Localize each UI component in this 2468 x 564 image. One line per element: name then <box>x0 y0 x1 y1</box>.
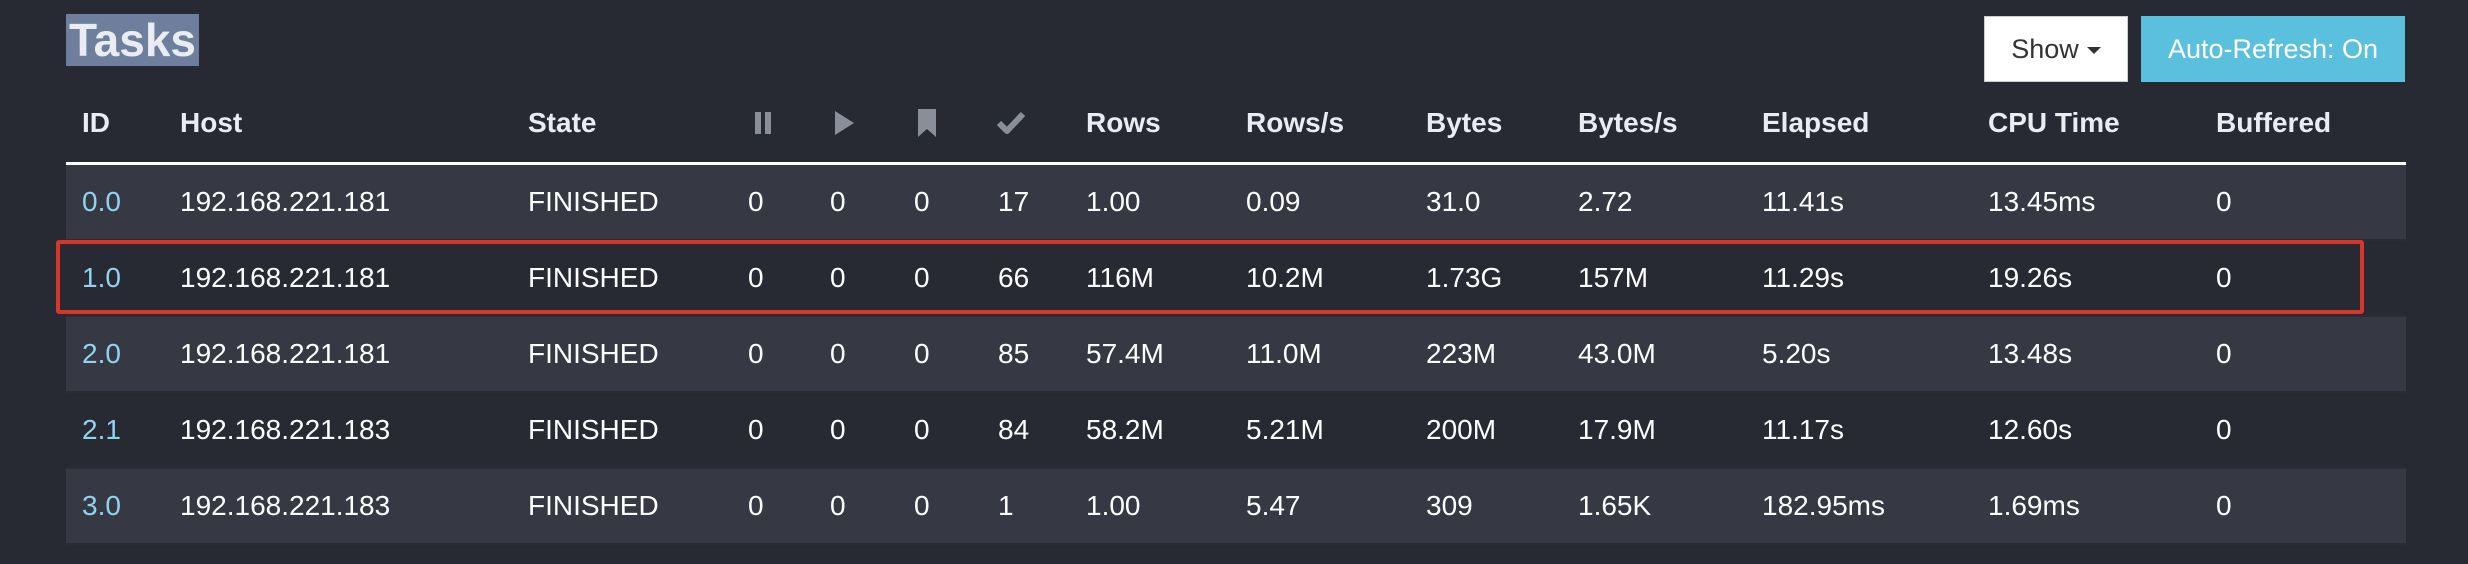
cell-cpu-time: 13.48s <box>1988 338 2073 369</box>
cell-elapsed: 11.29s <box>1762 262 1844 293</box>
cell-blocked: 0 <box>914 490 930 521</box>
header-buffered[interactable]: Buffered <box>2216 84 2331 162</box>
cell-blocked: 0 <box>914 338 930 369</box>
cell-host: 192.168.221.181 <box>180 262 391 293</box>
tasks-table: ID Host State Rows Rows/s Bytes Bytes/s … <box>66 84 2406 545</box>
table-row: 1.0 192.168.221.181 FINISHED 0 0 0 66 11… <box>66 241 2406 317</box>
cell-running: 0 <box>830 414 846 445</box>
cell-rows: 57.4M <box>1086 338 1164 369</box>
cell-rows: 1.00 <box>1086 490 1141 521</box>
cell-rows-per-sec: 5.47 <box>1246 490 1301 521</box>
cell-state: FINISHED <box>528 186 659 217</box>
cell-elapsed: 182.95ms <box>1762 490 1885 521</box>
task-id-link[interactable]: 0.0 <box>82 165 121 239</box>
auto-refresh-button[interactable]: Auto-Refresh: On <box>2141 16 2405 82</box>
header-host[interactable]: Host <box>180 84 242 162</box>
cell-cpu-time: 13.45ms <box>1988 186 2096 217</box>
cell-finished: 17 <box>998 186 1030 217</box>
cell-running: 0 <box>830 262 846 293</box>
play-icon[interactable] <box>832 84 856 162</box>
cell-state: FINISHED <box>528 338 659 369</box>
check-icon[interactable] <box>996 84 1026 162</box>
header-rows-per-sec[interactable]: Rows/s <box>1246 84 1344 162</box>
table-header: ID Host State Rows Rows/s Bytes Bytes/s … <box>66 84 2406 165</box>
cell-rows-per-sec: 10.2M <box>1246 262 1324 293</box>
show-button-label: Show <box>2011 33 2079 64</box>
table-row: 2.1 192.168.221.183 FINISHED 0 0 0 84 58… <box>66 393 2406 469</box>
task-id-link[interactable]: 2.0 <box>82 317 121 391</box>
header-id[interactable]: ID <box>82 84 110 162</box>
cell-rows: 58.2M <box>1086 414 1164 445</box>
bookmark-icon[interactable] <box>916 84 938 162</box>
cell-rows-per-sec: 11.0M <box>1246 338 1322 369</box>
cell-state: FINISHED <box>528 262 659 293</box>
cell-bytes-per-sec: 43.0M <box>1578 338 1656 369</box>
cell-queued: 0 <box>748 262 764 293</box>
cell-bytes: 200M <box>1426 414 1497 445</box>
cell-queued: 0 <box>748 490 764 521</box>
cell-running: 0 <box>830 186 846 217</box>
cell-finished: 66 <box>998 262 1030 293</box>
cell-bytes: 31.0 <box>1426 186 1481 217</box>
cell-bytes: 1.73G <box>1426 262 1503 293</box>
cell-rows: 1.00 <box>1086 186 1141 217</box>
cell-host: 192.168.221.183 <box>180 414 391 445</box>
cell-buffered: 0 <box>2216 414 2232 445</box>
cell-bytes-per-sec: 157M <box>1578 262 1649 293</box>
cell-bytes: 309 <box>1426 490 1473 521</box>
header-bytes-per-sec[interactable]: Bytes/s <box>1578 84 1678 162</box>
cell-finished: 85 <box>998 338 1030 369</box>
cell-host: 192.168.221.183 <box>180 490 391 521</box>
cell-rows: 116M <box>1086 262 1154 293</box>
cell-cpu-time: 1.69ms <box>1988 490 2080 521</box>
cell-finished: 1 <box>998 490 1014 521</box>
cell-state: FINISHED <box>528 414 659 445</box>
cell-host: 192.168.221.181 <box>180 186 391 217</box>
cell-elapsed: 5.20s <box>1762 338 1831 369</box>
pause-icon[interactable] <box>752 84 774 162</box>
cell-rows-per-sec: 0.09 <box>1246 186 1301 217</box>
cell-buffered: 0 <box>2216 186 2232 217</box>
header-state[interactable]: State <box>528 84 596 162</box>
header-cpu-time[interactable]: CPU Time <box>1988 84 2120 162</box>
cell-bytes-per-sec: 2.72 <box>1578 186 1633 217</box>
show-dropdown-button[interactable]: Show <box>1984 16 2128 82</box>
cell-bytes: 223M <box>1426 338 1497 369</box>
header-rows[interactable]: Rows <box>1086 84 1161 162</box>
cell-elapsed: 11.17s <box>1762 414 1844 445</box>
table-row: 2.0 192.168.221.181 FINISHED 0 0 0 85 57… <box>66 317 2406 393</box>
cell-running: 0 <box>830 338 846 369</box>
header-bytes[interactable]: Bytes <box>1426 84 1502 162</box>
cell-running: 0 <box>830 490 846 521</box>
cell-blocked: 0 <box>914 186 930 217</box>
cell-blocked: 0 <box>914 414 930 445</box>
cell-elapsed: 11.41s <box>1762 186 1844 217</box>
header-elapsed[interactable]: Elapsed <box>1762 84 1869 162</box>
cell-buffered: 0 <box>2216 490 2232 521</box>
cell-bytes-per-sec: 1.65K <box>1578 490 1652 521</box>
caret-down-icon <box>2086 47 2101 54</box>
cell-queued: 0 <box>748 414 764 445</box>
page-title: Tasks <box>66 14 200 66</box>
table-row: 3.0 192.168.221.183 FINISHED 0 0 0 1 1.0… <box>66 469 2406 545</box>
table-row: 0.0 192.168.221.181 FINISHED 0 0 0 17 1.… <box>66 165 2406 241</box>
task-id-link[interactable]: 3.0 <box>82 469 121 543</box>
task-id-link[interactable]: 2.1 <box>82 393 121 467</box>
cell-queued: 0 <box>748 338 764 369</box>
cell-rows-per-sec: 5.21M <box>1246 414 1324 445</box>
cell-buffered: 0 <box>2216 338 2232 369</box>
cell-finished: 84 <box>998 414 1030 445</box>
cell-blocked: 0 <box>914 262 930 293</box>
cell-cpu-time: 19.26s <box>1988 262 2073 293</box>
tasks-page: Tasks Show Auto-Refresh: On ID Host Stat… <box>0 0 2468 564</box>
task-id-link[interactable]: 1.0 <box>82 241 121 315</box>
cell-buffered: 0 <box>2216 262 2232 293</box>
cell-cpu-time: 12.60s <box>1988 414 2073 445</box>
cell-state: FINISHED <box>528 490 659 521</box>
cell-host: 192.168.221.181 <box>180 338 391 369</box>
cell-bytes-per-sec: 17.9M <box>1578 414 1656 445</box>
cell-queued: 0 <box>748 186 764 217</box>
